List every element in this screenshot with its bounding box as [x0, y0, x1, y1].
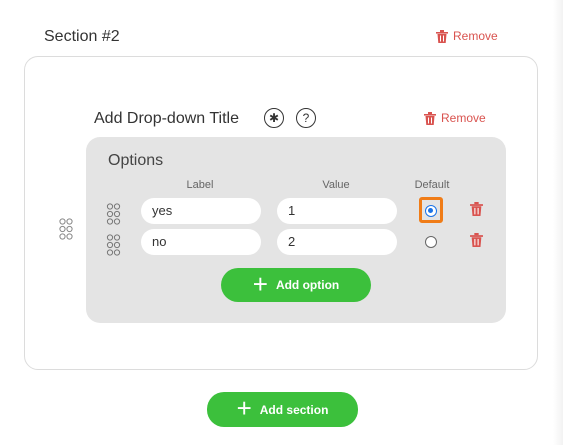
remove-section-label: Remove — [453, 29, 498, 43]
required-asterisk-icon[interactable]: ✱ — [264, 108, 284, 128]
remove-section-button[interactable]: Remove — [436, 29, 498, 43]
trash-icon — [436, 29, 448, 43]
column-header-default: Default — [414, 179, 450, 191]
add-option-button[interactable]: + Add option — [221, 268, 371, 302]
add-option-label: Add option — [275, 278, 340, 292]
remove-dropdown-label: Remove — [441, 111, 486, 125]
options-title: Options — [108, 152, 164, 169]
dropdown-title[interactable]: Add Drop-down Title — [94, 110, 239, 128]
option-drag-handle-icon[interactable] — [106, 234, 121, 256]
option-drag-handle-icon[interactable] — [106, 203, 121, 225]
section-title: Section #2 — [44, 28, 120, 45]
delete-option-trash-icon[interactable] — [470, 233, 483, 247]
section-drag-handle-icon[interactable] — [59, 218, 73, 240]
add-section-label: Add section — [259, 402, 329, 417]
column-header-value: Value — [322, 179, 350, 191]
page-edge-shadow — [553, 0, 563, 445]
remove-dropdown-button[interactable]: Remove — [424, 111, 486, 125]
delete-option-trash-icon[interactable] — [470, 202, 483, 216]
plus-icon: + — [252, 268, 268, 299]
option-value-input[interactable]: 1 — [277, 198, 397, 224]
column-header-label: Label — [186, 179, 214, 191]
plus-icon: + — [236, 393, 252, 423]
trash-icon — [424, 111, 436, 125]
add-section-button[interactable]: + Add section — [207, 392, 358, 427]
option-label-input[interactable]: no — [141, 229, 261, 255]
option-label-input[interactable]: yes — [141, 198, 261, 224]
help-question-icon[interactable]: ? — [296, 108, 316, 128]
focus-highlight — [419, 197, 443, 223]
option-default-radio[interactable] — [425, 236, 437, 248]
option-value-input[interactable]: 2 — [277, 229, 397, 255]
